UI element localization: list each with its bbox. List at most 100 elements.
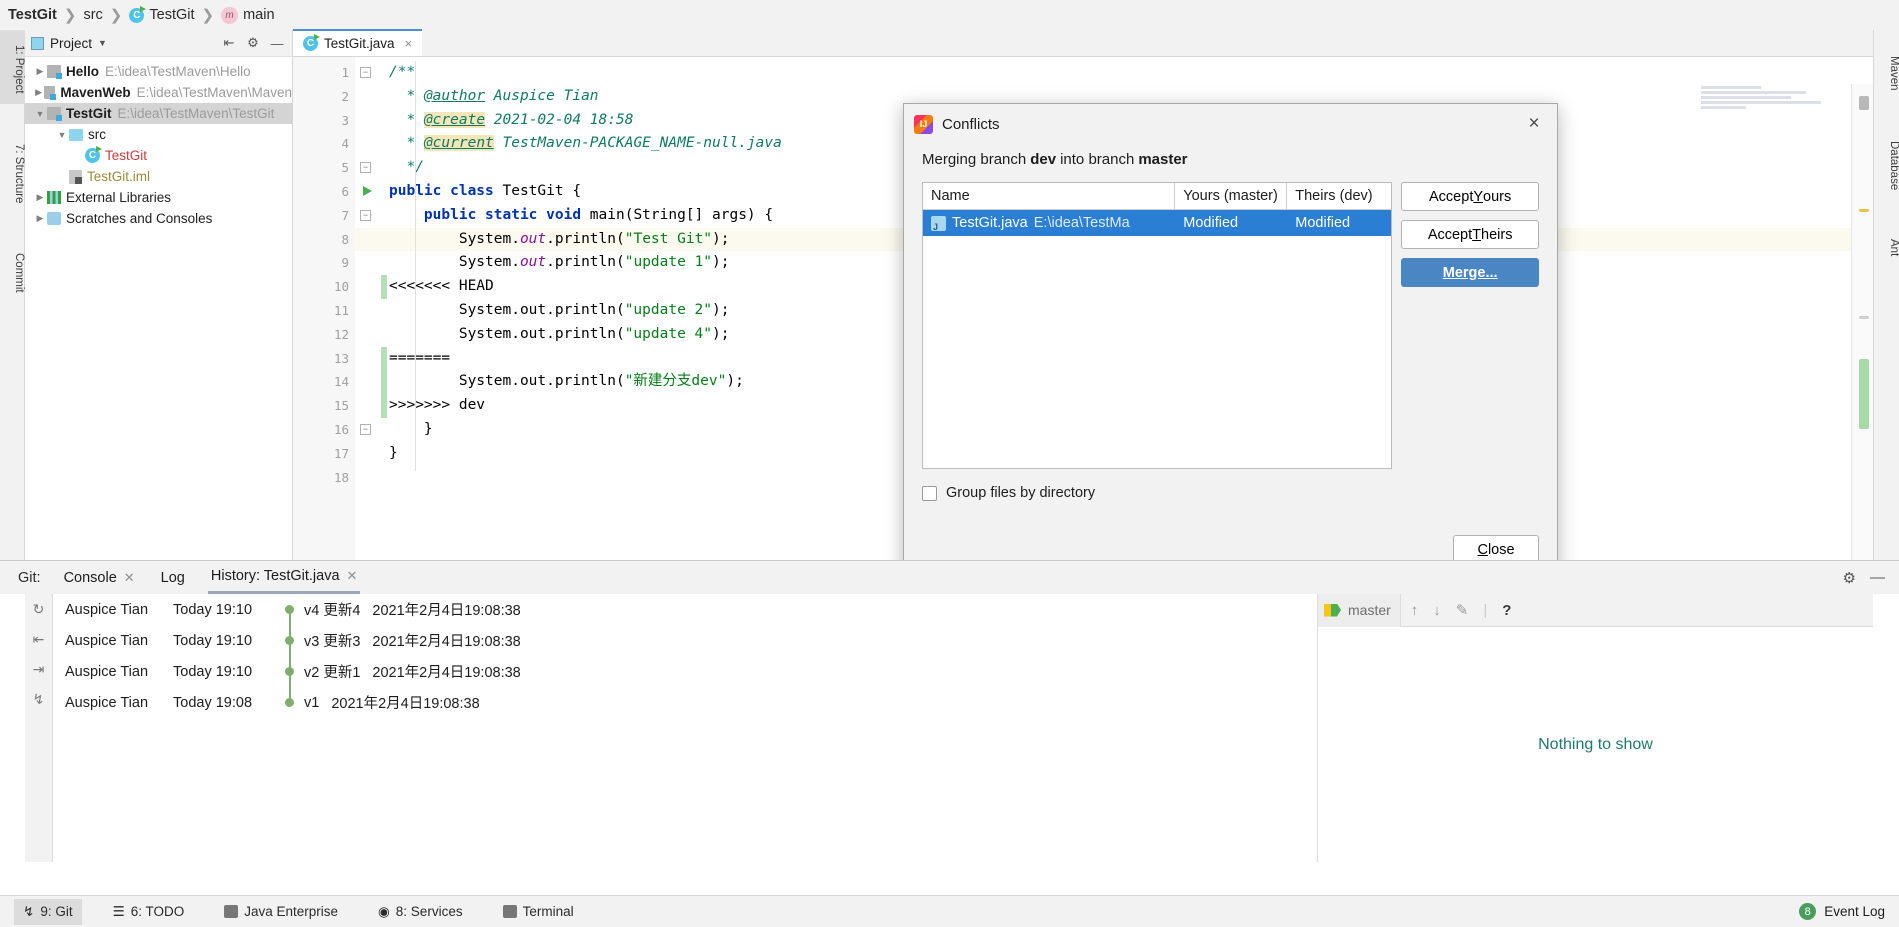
git-tab-log[interactable]: Log bbox=[158, 561, 188, 594]
branch-chip[interactable]: master bbox=[1318, 593, 1401, 627]
breadcrumb-item-3[interactable]: m main bbox=[221, 6, 275, 24]
change-marker[interactable] bbox=[381, 275, 387, 299]
scrollbar-marker-warning[interactable] bbox=[1859, 209, 1869, 212]
tree-node-label: External Libraries bbox=[66, 190, 172, 205]
close-icon[interactable]: × bbox=[405, 36, 413, 51]
tree-node-mavenweb[interactable]: ▶ MavenWeb E:\idea\TestMaven\Maven bbox=[25, 82, 292, 103]
arrow-up-icon[interactable]: ↑ bbox=[1411, 602, 1419, 619]
commit-row[interactable]: Auspice Tian Today 19:10 v2 更新1 2021年2月4日19… bbox=[53, 656, 1317, 702]
edit-icon[interactable]: ✎ bbox=[1456, 601, 1469, 619]
tree-node-testgit-class[interactable]: C TestGit bbox=[25, 145, 292, 166]
module-icon bbox=[47, 107, 62, 121]
chevron-down-icon[interactable]: ▼ bbox=[55, 130, 69, 140]
code-line[interactable]: /** bbox=[355, 61, 1873, 85]
rail-item-ant[interactable]: Ant bbox=[1874, 226, 1899, 266]
code-minimap[interactable] bbox=[1701, 84, 1851, 204]
status-item-java-enterprise[interactable]: Java Enterprise bbox=[215, 899, 347, 925]
tree-node-src[interactable]: ▼ src bbox=[25, 124, 292, 145]
commit-row[interactable]: Auspice Tian Today 19:10 v4 更新4 2021年2月4日19… bbox=[53, 594, 1317, 640]
collapse-all-icon[interactable]: ⇤ bbox=[220, 35, 238, 51]
line-number: 8 bbox=[341, 231, 349, 247]
merge-button[interactable]: Merge... bbox=[1401, 258, 1539, 287]
event-log-label[interactable]: Event Log bbox=[1824, 904, 1885, 919]
group-files-checkbox[interactable] bbox=[922, 485, 937, 501]
status-item-terminal[interactable]: Terminal bbox=[494, 899, 583, 925]
line-number: 16 bbox=[333, 421, 349, 437]
dialog-title-bar: Conflicts × bbox=[904, 104, 1557, 144]
commit-row[interactable]: Auspice Tian Today 19:10 v3 更新3 2021年2月4日19… bbox=[53, 625, 1317, 671]
table-row[interactable]: TestGit.java E:\idea\TestMa Modified Mod… bbox=[923, 210, 1392, 236]
branch-icon[interactable]: ↯ bbox=[33, 691, 45, 708]
status-item-git[interactable]: ↯ 9: Git bbox=[14, 898, 82, 925]
status-bar-right: 8 Event Log bbox=[1799, 903, 1899, 920]
scrollbar-marker-change[interactable] bbox=[1859, 359, 1869, 429]
breadcrumb-separator-icon: ❯ bbox=[201, 7, 215, 24]
close-icon[interactable]: ✕ bbox=[124, 570, 135, 586]
folder-icon bbox=[69, 128, 83, 141]
tree-node-hello[interactable]: ▶ Hello E:\idea\TestMaven\Hello bbox=[25, 61, 292, 82]
chevron-down-icon[interactable]: ▼ bbox=[33, 109, 47, 119]
rail-item-structure[interactable]: 7: Structure bbox=[0, 126, 25, 218]
tree-node-testgit[interactable]: ▼ TestGit E:\idea\TestMaven\TestGit bbox=[25, 103, 292, 124]
editor-scrollbar[interactable] bbox=[1851, 84, 1873, 587]
cell-yours: Modified bbox=[1183, 215, 1239, 231]
fold-toggle-icon[interactable]: − bbox=[360, 162, 371, 174]
column-header-yours[interactable]: Yours (master) bbox=[1175, 183, 1288, 209]
status-item-label: 8: Services bbox=[395, 904, 463, 919]
git-tab-history[interactable]: History: TestGit.java ✕ bbox=[207, 561, 361, 594]
rail-item-database[interactable]: Database bbox=[1874, 126, 1899, 202]
fold-toggle-icon[interactable]: − bbox=[360, 209, 371, 221]
minimize-icon[interactable]: — bbox=[1870, 569, 1885, 586]
arrow-down-icon[interactable]: ↓ bbox=[1433, 602, 1441, 619]
column-header-theirs[interactable]: Theirs (dev) bbox=[1287, 183, 1391, 209]
rail-item-project[interactable]: 1: Project bbox=[0, 30, 25, 104]
git-tab-console[interactable]: Console ✕ bbox=[61, 561, 138, 594]
fold-toggle-icon[interactable]: − bbox=[360, 424, 371, 435]
tree-node-label: TestGit.iml bbox=[87, 169, 151, 184]
breadcrumb-item-2[interactable]: C TestGit bbox=[129, 5, 195, 23]
tree-node-external-libraries[interactable]: ▶ External Libraries bbox=[25, 187, 292, 208]
git-tab-label: History: TestGit.java bbox=[210, 568, 340, 584]
rail-item-commit[interactable]: Commit bbox=[0, 238, 25, 304]
status-item-todo[interactable]: ☰ 6: TODO bbox=[104, 899, 194, 925]
change-marker[interactable] bbox=[381, 346, 387, 418]
tree-node-scratches[interactable]: ▶ Scratches and Consoles bbox=[25, 208, 292, 229]
refresh-icon[interactable]: ↻ bbox=[33, 601, 45, 618]
gear-icon[interactable]: ⚙ bbox=[244, 35, 262, 51]
chevron-right-icon[interactable]: ▶ bbox=[33, 192, 47, 203]
chevron-right-icon[interactable]: ▶ bbox=[33, 66, 47, 77]
line-number-gutter[interactable]: 1 2 3 4 5 6 7 8 9 10 11 12 13 14 15 16 17 18 bbox=[293, 57, 372, 560]
scrollbar-marker[interactable] bbox=[1859, 316, 1869, 319]
gear-icon[interactable]: ⚙ bbox=[1843, 569, 1856, 587]
status-item-services[interactable]: ◉ 8: Services bbox=[369, 899, 472, 925]
breadcrumb-item-0[interactable]: TestGit bbox=[8, 7, 57, 23]
collapse-icon[interactable]: ⇥ bbox=[33, 661, 45, 678]
scrollbar-thumb[interactable] bbox=[1859, 96, 1869, 110]
project-tree: ▶ Hello E:\idea\TestMaven\Hello ▶ MavenW… bbox=[25, 57, 292, 229]
chevron-right-icon[interactable]: ▶ bbox=[33, 213, 47, 224]
column-header-name[interactable]: Name bbox=[923, 183, 1176, 209]
terminal-icon bbox=[502, 905, 517, 918]
tree-node-path: E:\idea\TestMaven\Maven bbox=[136, 85, 292, 100]
commit-message: v3 更新3 bbox=[304, 634, 361, 650]
chevron-right-icon[interactable]: ▶ bbox=[33, 87, 44, 98]
close-icon[interactable]: × bbox=[1521, 113, 1547, 135]
collapse-left-icon[interactable]: ⇤ bbox=[33, 631, 45, 648]
commit-row[interactable]: Auspice Tian Today 19:08 v1 2021年2月4日19:08:… bbox=[53, 687, 1317, 718]
line-number: 6 bbox=[293, 180, 372, 204]
rail-item-maven[interactable]: Maven bbox=[1874, 40, 1899, 102]
tree-node-testgit-iml[interactable]: TestGit.iml bbox=[25, 166, 292, 187]
editor-tab-testgit-java[interactable]: C TestGit.java × bbox=[293, 29, 423, 56]
fold-toggle-icon[interactable]: − bbox=[360, 67, 371, 78]
breadcrumb-item-1[interactable]: src bbox=[83, 7, 102, 23]
group-files-row[interactable]: Group files by directory bbox=[904, 469, 1557, 501]
conflicts-table[interactable]: Name Yours (master) Theirs (dev) TestGit… bbox=[922, 182, 1393, 469]
commit-node-icon bbox=[285, 698, 294, 707]
accept-theirs-button[interactable]: Accept Theirs bbox=[1401, 220, 1539, 249]
minimize-icon[interactable]: — bbox=[268, 36, 286, 51]
commit-list[interactable]: Auspice Tian Today 19:10 v4 更新4 2021年2月4日19… bbox=[53, 594, 1317, 862]
help-icon[interactable]: ? bbox=[1502, 602, 1511, 619]
chevron-down-icon[interactable]: ▼ bbox=[98, 38, 107, 48]
accept-yours-button[interactable]: Accept Yours bbox=[1401, 182, 1539, 211]
close-icon[interactable]: ✕ bbox=[347, 568, 358, 584]
